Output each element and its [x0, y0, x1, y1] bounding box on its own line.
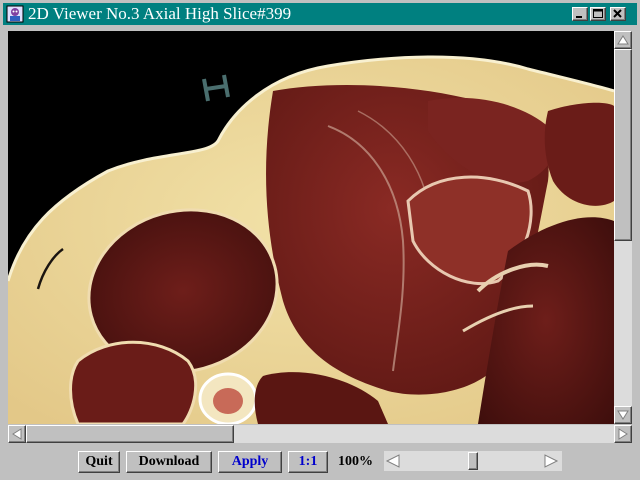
- zoom-level: 100%: [338, 454, 373, 469]
- scroll-left-button[interactable]: [8, 425, 26, 443]
- arrow-right-icon: [618, 428, 628, 440]
- close-icon: [613, 9, 622, 18]
- axial-slice-image: [8, 31, 614, 424]
- scroll-right-button[interactable]: [614, 425, 632, 443]
- apply-button[interactable]: Apply: [218, 451, 282, 473]
- vertical-scroll-thumb[interactable]: [614, 49, 632, 241]
- minimize-icon: [576, 16, 582, 18]
- download-button[interactable]: Download: [126, 451, 212, 473]
- image-viewport[interactable]: [8, 31, 614, 424]
- zoom-slider-thumb[interactable]: [468, 452, 478, 470]
- horizontal-scrollbar[interactable]: [8, 425, 632, 443]
- scroll-down-button[interactable]: [614, 406, 632, 424]
- one-to-one-button[interactable]: 1:1: [288, 451, 328, 473]
- minimize-button[interactable]: [572, 7, 588, 21]
- vertical-scrollbar[interactable]: [614, 31, 632, 424]
- window-title: 2D Viewer No.3 Axial High Slice#399: [28, 4, 292, 23]
- arrow-down-icon: [617, 410, 629, 420]
- maximize-button[interactable]: [590, 7, 606, 21]
- maximize-icon: [593, 9, 603, 18]
- title-bar[interactable]: 2D Viewer No.3 Axial High Slice#399: [3, 3, 637, 25]
- arrow-right-icon: [544, 454, 559, 468]
- arrow-up-icon: [617, 35, 629, 45]
- scroll-up-button[interactable]: [614, 31, 632, 49]
- quit-button[interactable]: Quit: [78, 451, 120, 473]
- app-icon[interactable]: [6, 5, 24, 23]
- zoom-decrease-button[interactable]: [384, 452, 402, 470]
- horizontal-scroll-thumb[interactable]: [26, 425, 234, 443]
- close-button[interactable]: [610, 7, 626, 21]
- zoom-slider[interactable]: [384, 451, 562, 471]
- arrow-left-icon: [385, 454, 400, 468]
- zoom-increase-button[interactable]: [542, 452, 560, 470]
- arrow-left-icon: [12, 428, 22, 440]
